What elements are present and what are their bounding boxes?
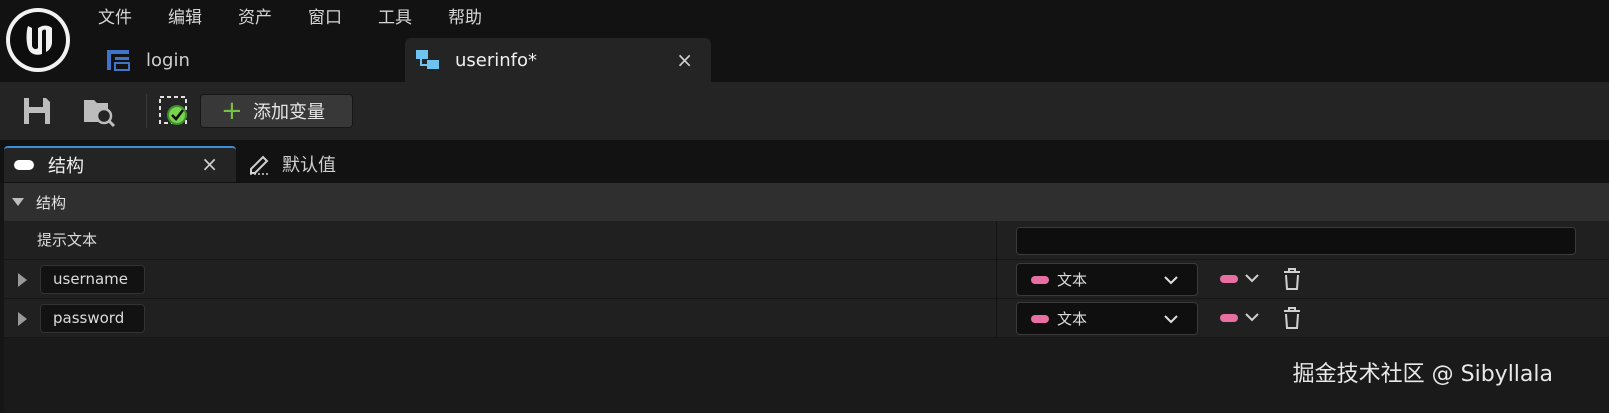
- column-divider[interactable]: [996, 221, 997, 260]
- chevron-down-icon[interactable]: [1244, 310, 1260, 324]
- plus-icon: +: [221, 96, 243, 126]
- add-variable-label: 添加变量: [253, 102, 325, 123]
- menu-tools[interactable]: 工具: [360, 0, 430, 36]
- menu-edit[interactable]: 编辑: [150, 0, 220, 36]
- container-type-icon[interactable]: [1220, 275, 1238, 283]
- struct-pill-icon: [14, 160, 34, 170]
- category-header[interactable]: 结构: [4, 183, 1609, 221]
- variable-row: username 文本: [4, 260, 1609, 299]
- panel-tab-strip: [0, 140, 1609, 183]
- variable-type-dropdown[interactable]: 文本: [1016, 302, 1198, 335]
- menu-window[interactable]: 窗口: [290, 0, 360, 36]
- text-type-icon: [1031, 275, 1049, 284]
- struct-icon: [106, 48, 132, 72]
- chevron-down-icon[interactable]: [1244, 271, 1260, 285]
- browse-folder-icon[interactable]: [82, 94, 116, 128]
- tab-structure[interactable]: 结构 ×: [4, 146, 236, 182]
- hint-text-label: 提示文本: [37, 231, 98, 249]
- variable-name-field[interactable]: password: [40, 304, 145, 333]
- close-icon[interactable]: ×: [676, 48, 693, 72]
- expand-arrow-icon[interactable]: [18, 312, 27, 326]
- variable-row: password 文本: [4, 299, 1609, 338]
- doc-tab-label: login: [146, 49, 190, 71]
- menu-bar: 文件 编辑 资产 窗口 工具 帮助: [80, 0, 500, 36]
- tab-default-values[interactable]: 默认值: [244, 146, 424, 182]
- blueprint-struct-icon: [415, 48, 441, 72]
- expand-arrow-icon[interactable]: [18, 273, 27, 287]
- menu-asset[interactable]: 资产: [220, 0, 290, 36]
- column-divider[interactable]: [996, 299, 997, 338]
- variable-type-dropdown[interactable]: 文本: [1016, 263, 1198, 296]
- save-icon[interactable]: [20, 94, 54, 128]
- variable-name-field[interactable]: username: [40, 265, 145, 294]
- trash-icon[interactable]: [1282, 267, 1302, 291]
- unreal-logo-icon[interactable]: [6, 8, 70, 72]
- chevron-down-icon: [1164, 315, 1178, 324]
- hint-text-input[interactable]: [1016, 227, 1576, 255]
- tab-structure-label: 结构: [48, 156, 84, 177]
- variable-type-label: 文本: [1057, 271, 1088, 289]
- container-type-icon[interactable]: [1220, 314, 1238, 322]
- edit-defaults-icon: [248, 153, 272, 175]
- close-icon[interactable]: ×: [201, 152, 218, 176]
- trash-icon[interactable]: [1282, 306, 1302, 330]
- doc-tab-label: userinfo*: [455, 49, 538, 71]
- text-type-icon: [1031, 314, 1049, 323]
- toolbar-separator: [146, 94, 147, 128]
- menu-file[interactable]: 文件: [80, 0, 150, 36]
- watermark-text: 掘金技术社区 @ Sibyllala: [1292, 362, 1553, 387]
- category-label: 结构: [36, 193, 67, 212]
- add-variable-button[interactable]: + 添加变量: [200, 94, 353, 128]
- column-divider[interactable]: [996, 260, 997, 299]
- menu-help[interactable]: 帮助: [430, 0, 500, 36]
- chevron-down-icon: [1164, 276, 1178, 285]
- collapse-arrow-icon[interactable]: [12, 198, 24, 206]
- doc-tab-login[interactable]: login: [96, 38, 396, 82]
- hint-text-row: 提示文本: [4, 221, 1609, 260]
- compile-status-icon[interactable]: [158, 94, 192, 128]
- tab-default-values-label: 默认值: [282, 155, 336, 176]
- variable-type-label: 文本: [1057, 310, 1088, 328]
- doc-tab-userinfo[interactable]: userinfo* ×: [405, 38, 711, 82]
